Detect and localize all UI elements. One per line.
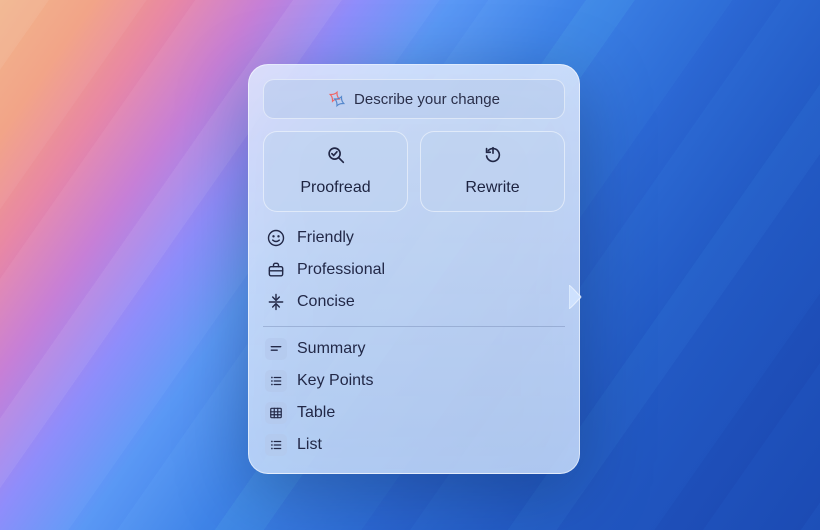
- format-section: Summary Key Points: [263, 337, 565, 457]
- tone-concise[interactable]: Concise: [263, 290, 565, 314]
- format-keypoints-label: Key Points: [297, 372, 373, 390]
- popover-arrow: [569, 285, 589, 309]
- primary-actions-row: Proofread Rewrite: [263, 131, 565, 212]
- smile-icon: [265, 227, 287, 249]
- format-keypoints[interactable]: Key Points: [263, 369, 565, 393]
- tone-section: Friendly Professional: [263, 226, 565, 314]
- format-summary-label: Summary: [297, 340, 365, 358]
- format-table[interactable]: Table: [263, 401, 565, 425]
- list-icon: [265, 434, 287, 456]
- proofread-icon: [325, 144, 347, 171]
- keypoints-icon: [265, 370, 287, 392]
- table-icon: [265, 402, 287, 424]
- describe-change-placeholder: Describe your change: [354, 91, 500, 108]
- rewrite-icon: [482, 144, 504, 171]
- proofread-label: Proofread: [300, 179, 370, 197]
- format-summary[interactable]: Summary: [263, 337, 565, 361]
- format-list-label: List: [297, 436, 322, 454]
- writing-tools-popover: Describe your change Proofread: [248, 64, 580, 474]
- summary-icon: [265, 338, 287, 360]
- collapse-icon: [265, 291, 287, 313]
- tone-friendly[interactable]: Friendly: [263, 226, 565, 250]
- tone-professional-label: Professional: [297, 261, 385, 279]
- proofread-button[interactable]: Proofread: [263, 131, 408, 212]
- apple-intelligence-icon: [328, 90, 346, 108]
- rewrite-label: Rewrite: [465, 179, 519, 197]
- describe-change-input[interactable]: Describe your change: [263, 79, 565, 119]
- tone-concise-label: Concise: [297, 293, 355, 311]
- format-list[interactable]: List: [263, 433, 565, 457]
- briefcase-icon: [265, 259, 287, 281]
- tone-friendly-label: Friendly: [297, 229, 354, 247]
- section-divider: [263, 326, 565, 327]
- tone-professional[interactable]: Professional: [263, 258, 565, 282]
- format-table-label: Table: [297, 404, 335, 422]
- rewrite-button[interactable]: Rewrite: [420, 131, 565, 212]
